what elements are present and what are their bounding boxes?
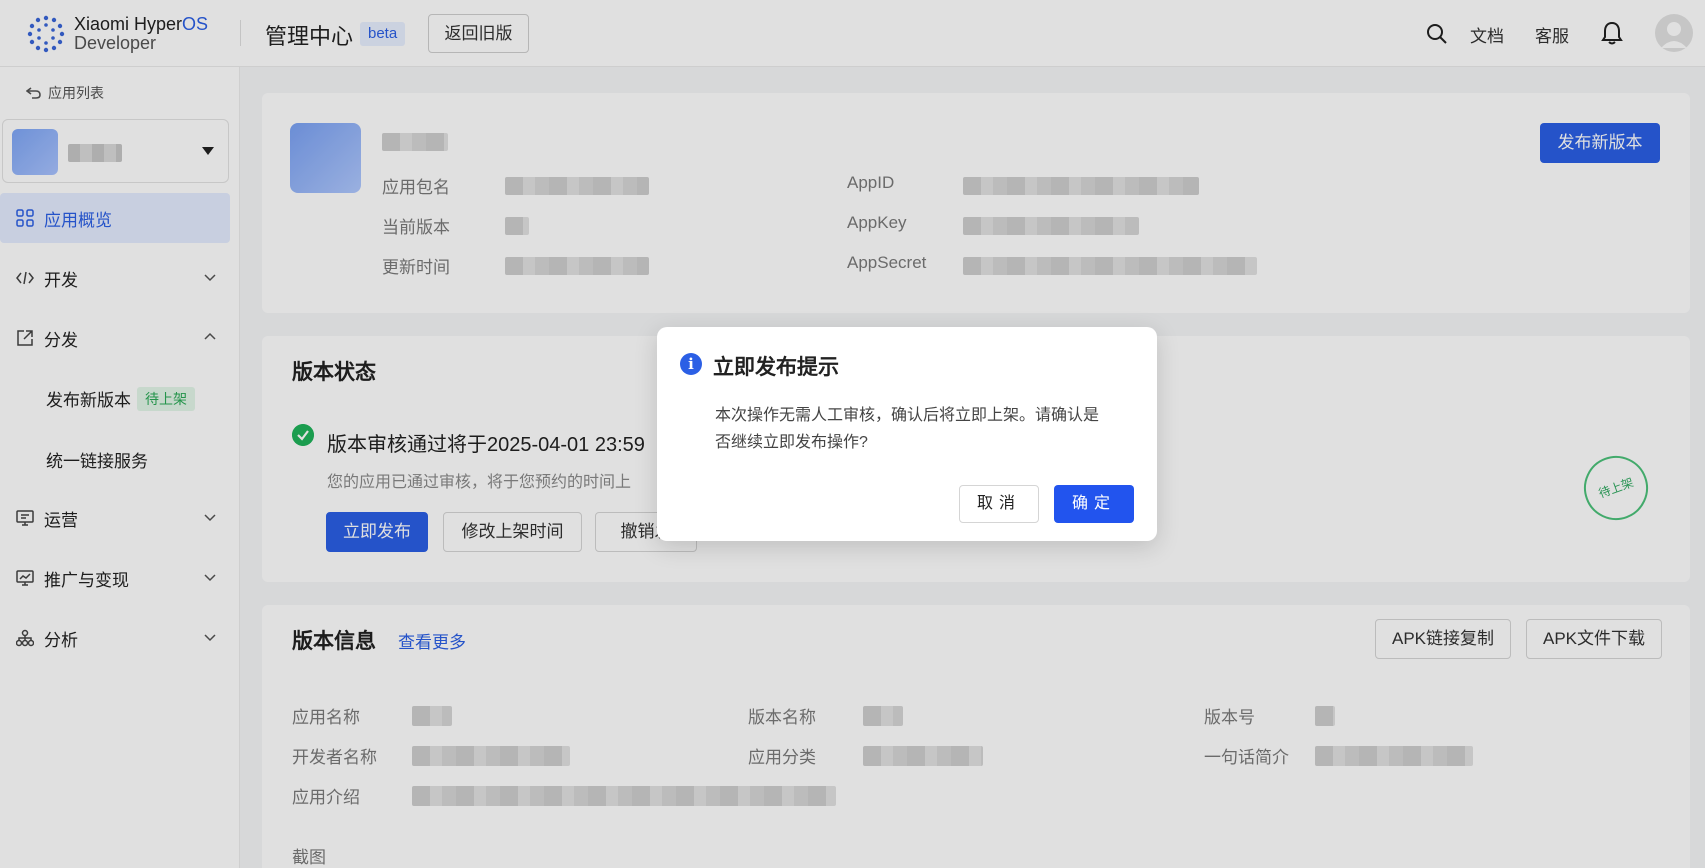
confirm-button[interactable]: 确定 — [1054, 485, 1134, 523]
info-icon: i — [680, 353, 702, 375]
dialog-title: 立即发布提示 — [713, 356, 839, 379]
cancel-button[interactable]: 取消 — [959, 485, 1039, 523]
publish-confirm-dialog: i 立即发布提示 本次操作无需人工审核，确认后将立即上架。请确认是否继续立即发布… — [657, 327, 1157, 541]
dialog-body: 本次操作无需人工审核，确认后将立即上架。请确认是否继续立即发布操作? — [715, 407, 1100, 451]
